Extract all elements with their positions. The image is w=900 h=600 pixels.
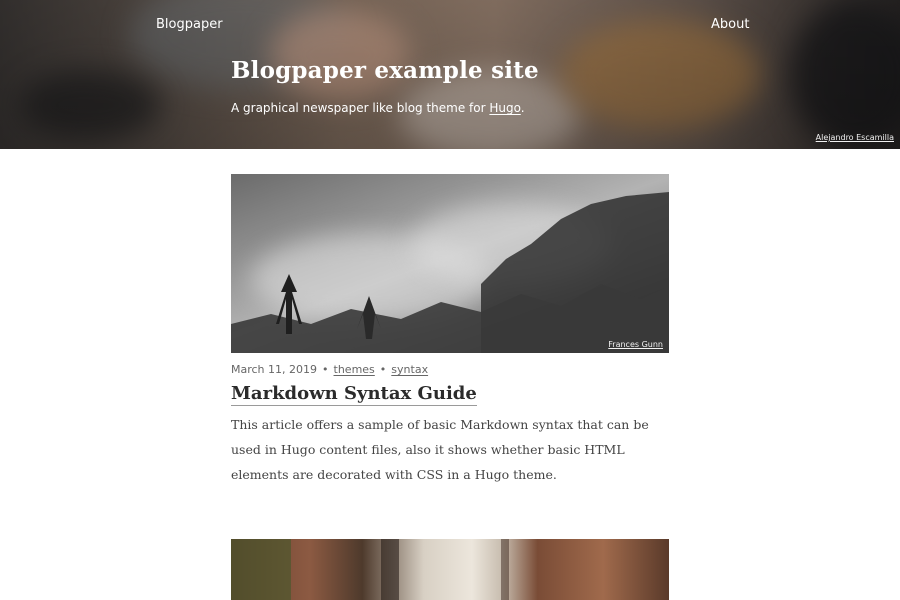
building-shape — [501, 539, 509, 600]
subtitle-end: . — [520, 101, 525, 115]
image-credit-link[interactable]: Frances Gunn — [608, 340, 663, 349]
forest-silhouette — [231, 192, 669, 353]
post-date: March 11, 2019 — [231, 363, 318, 376]
hero-photo-credit[interactable]: Alejandro Escamilla — [816, 133, 894, 142]
building-shape — [381, 539, 399, 600]
post-image-forest[interactable]: Frances Gunn — [231, 174, 669, 353]
post-image-alley[interactable] — [231, 539, 669, 600]
hugo-link[interactable]: Hugo — [489, 101, 520, 115]
post-title: Markdown Syntax Guide — [231, 383, 477, 406]
tag-link-themes[interactable]: themes — [334, 363, 375, 376]
meta-separator: • — [379, 363, 387, 376]
post-summary: This article offers a sample of basic Ma… — [231, 417, 649, 482]
tag-link-syntax[interactable]: syntax — [391, 363, 428, 376]
subtitle-text: A graphical newspaper like blog theme fo… — [231, 101, 490, 115]
nav-brand-link[interactable]: Blogpaper — [156, 17, 223, 32]
nav-about-link[interactable]: About — [711, 17, 749, 32]
site-title: Blogpaper example site — [231, 57, 539, 84]
post-title-link[interactable]: Markdown Syntax Guide — [231, 383, 477, 406]
hero-banner: Blogpaper About Blogpaper example site A… — [0, 0, 900, 149]
meta-separator: • — [322, 363, 329, 376]
post-meta: March 11, 2019 • themes • syntax — [231, 363, 428, 376]
building-shape — [231, 539, 291, 600]
site-subtitle: A graphical newspaper like blog theme fo… — [231, 101, 525, 115]
